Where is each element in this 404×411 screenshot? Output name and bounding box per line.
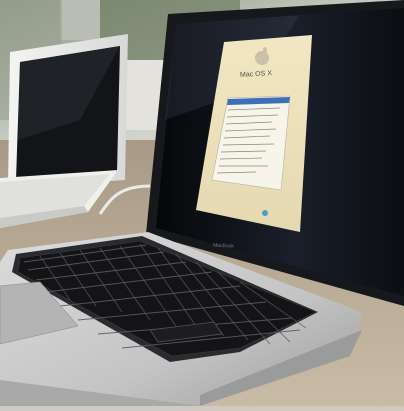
brand-label: MacBook (212, 242, 234, 250)
help-icon (262, 210, 268, 216)
window-frame (60, 0, 100, 40)
apple-logo-icon (255, 51, 269, 65)
photo-scene (0, 0, 404, 406)
